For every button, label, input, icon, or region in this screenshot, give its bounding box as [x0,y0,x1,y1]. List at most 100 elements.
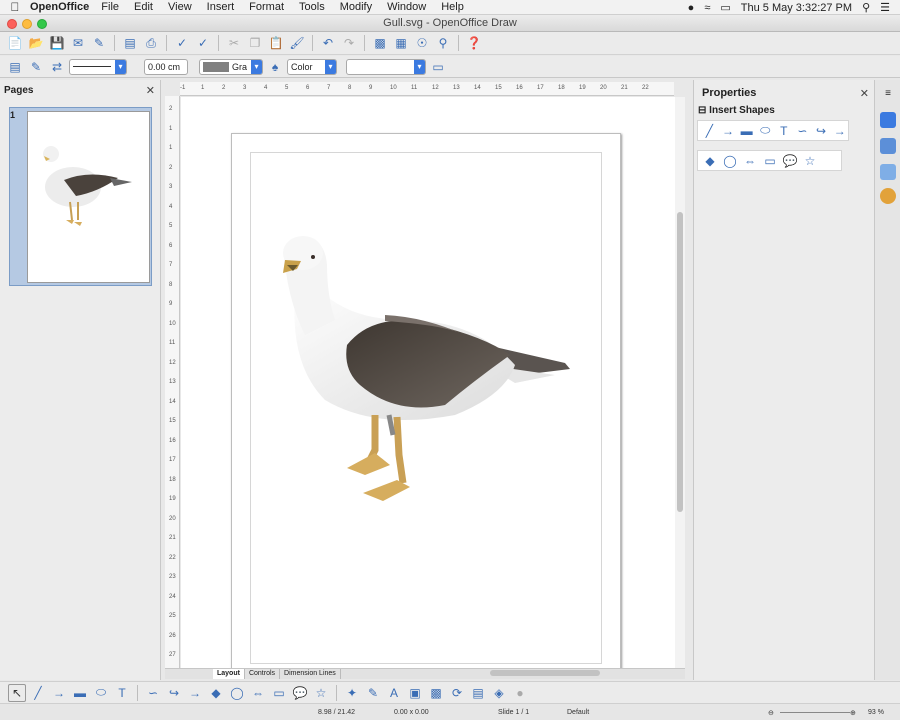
autospell-icon[interactable]: ✓ [194,34,212,52]
save-icon[interactable]: 💾 [48,34,66,52]
zoom-in-icon[interactable]: ⊕ [850,709,856,717]
wifi-icon[interactable]: ≈ [704,2,710,14]
open-folder-icon[interactable]: 📂 [27,34,45,52]
edit-file-icon[interactable]: ✎ [90,34,108,52]
sidebar-menu-icon[interactable]: ≡ [880,88,896,104]
battery-icon[interactable]: ▭ [720,1,730,14]
menu-modify[interactable]: Modify [340,1,372,13]
paste-icon[interactable]: 📋 [267,34,285,52]
flowchart-icon[interactable]: ▭ [270,684,288,702]
spellcheck-icon[interactable]: ✓ [173,34,191,52]
line-icon[interactable]: ✎ [27,58,45,76]
shadow-icon[interactable]: ▭ [429,58,447,76]
vertical-scrollbar[interactable] [675,97,685,668]
text-tool-icon[interactable]: T [113,684,131,702]
export-pdf-icon[interactable]: ▤ [121,34,139,52]
arrange-icon[interactable]: ◈ [490,684,508,702]
block-arrows-icon[interactable]: ⇔ [249,684,267,702]
select-tool-icon[interactable]: ↖ [8,683,26,702]
line-tool-icon[interactable]: ╱ [29,684,47,702]
gallery-icon[interactable]: ▩ [427,684,445,702]
align-icon[interactable]: ▤ [469,684,487,702]
symbol-shapes-icon[interactable]: ◯ [228,684,246,702]
rectangle-tool-icon[interactable]: ▬ [71,684,89,702]
ellipse-tool-icon[interactable]: ⬭ [757,122,774,140]
spotlight-icon[interactable]: ⚲ [862,1,870,14]
flowchart-icon[interactable]: ▭ [761,152,779,170]
menu-window[interactable]: Window [387,1,426,13]
clone-format-icon[interactable]: 🖌 [288,34,306,52]
fontwork-icon[interactable]: A [385,684,403,702]
copy-icon[interactable]: ❐ [246,34,264,52]
menu-insert[interactable]: Insert [207,1,235,13]
undo-icon[interactable]: ↶ [319,34,337,52]
curve-tool-icon[interactable]: ∽ [144,684,162,702]
styles-deck-icon[interactable] [880,138,896,154]
menu-edit[interactable]: Edit [134,1,153,13]
line-arrows-tool-icon[interactable]: → [186,684,204,702]
symbol-shapes-icon[interactable]: ◯ [721,152,739,170]
line-arrows-tool-icon[interactable]: → [831,122,848,140]
navigator-icon[interactable]: ☉ [413,34,431,52]
tab-dimension-lines[interactable]: Dimension Lines [280,669,341,679]
callouts-icon[interactable]: 💬 [291,684,309,702]
rotate-icon[interactable]: ⟳ [448,684,466,702]
stars-icon[interactable]: ☆ [312,684,330,702]
connector-tool-icon[interactable]: ↪ [813,122,830,140]
close-icon[interactable]: ✕ [146,84,155,97]
insert-shapes-section[interactable]: ⊟ Insert Shapes [698,105,775,116]
area-icon[interactable]: ♠ [266,58,284,76]
notification-icon[interactable]: ☰ [880,1,890,14]
rectangle-tool-icon[interactable]: ▬ [738,122,755,140]
line-style-select[interactable]: ▾ [69,58,127,75]
menubar-clock[interactable]: Thu 5 May 3:32:27 PM [741,2,852,14]
cut-icon[interactable]: ✂ [225,34,243,52]
menu-format[interactable]: Format [249,1,284,13]
email-icon[interactable]: ✉ [69,34,87,52]
menu-view[interactable]: View [168,1,192,13]
zoom-out-icon[interactable]: ⊖ [768,709,774,717]
menu-tools[interactable]: Tools [299,1,325,13]
callouts-icon[interactable]: 💬 [781,152,799,170]
status-tray-icon[interactable]: ● [688,2,695,14]
arrow-tool-icon[interactable]: → [50,684,68,702]
arrow-tool-icon[interactable]: → [720,122,737,140]
connector-tool-icon[interactable]: ↪ [165,684,183,702]
new-document-icon[interactable]: 📄 [6,34,24,52]
properties-deck-icon[interactable] [880,112,896,128]
block-arrows-icon[interactable]: ⇔ [741,152,759,170]
area-fill-select[interactable]: ▾ [346,58,426,75]
gallery-deck-icon[interactable] [880,164,896,180]
apple-icon[interactable]:  [0,0,30,14]
help-icon[interactable]: ❓ [465,34,483,52]
stars-icon[interactable]: ☆ [801,152,819,170]
gull-drawing[interactable] [265,225,585,510]
area-style-select[interactable]: Color ▾ [287,58,337,75]
redo-icon[interactable]: ↷ [340,34,358,52]
page-thumbnail[interactable] [27,111,150,283]
navigator-deck-icon[interactable] [880,188,896,204]
text-tool-icon[interactable]: T [776,122,793,140]
menu-file[interactable]: File [101,1,119,13]
menu-help[interactable]: Help [441,1,464,13]
basic-shapes-icon[interactable]: ◆ [207,684,225,702]
zoom-slider[interactable] [780,712,850,713]
curve-tool-icon[interactable]: ∽ [794,122,811,140]
points-icon[interactable]: ✦ [343,684,361,702]
basic-shapes-icon[interactable]: ◆ [701,152,719,170]
chart-icon[interactable]: ▩ [371,34,389,52]
tab-layout[interactable]: Layout [213,669,245,679]
zoom-icon[interactable]: ⚲ [434,34,452,52]
line-width-field[interactable]: 0.00 cm [144,58,188,75]
horizontal-ruler[interactable]: -1 1 2 3 4 5 6 7 8 9 10 11 12 13 14 15 16 17 18 19 20 21 22 [180,82,674,96]
line-color-select[interactable]: Gra ▾ [199,58,263,75]
vertical-scrollbar-thumb[interactable] [677,212,683,512]
horizontal-scrollbar-thumb[interactable] [490,670,600,676]
vertical-ruler[interactable]: 2 1 1 2 3 4 5 6 7 8 9 10 11 12 13 14 15 16 17 18 19 20 21 22 23 2… [165,96,180,668]
print-icon[interactable]: ⎙ [142,34,160,52]
extrusion-icon[interactable]: ● [511,684,529,702]
arrow-style-icon[interactable]: ⇄ [48,58,66,76]
glue-points-icon[interactable]: ✎ [364,684,382,702]
styles-icon[interactable]: ▤ [6,58,24,76]
line-tool-icon[interactable]: ╱ [701,122,718,140]
